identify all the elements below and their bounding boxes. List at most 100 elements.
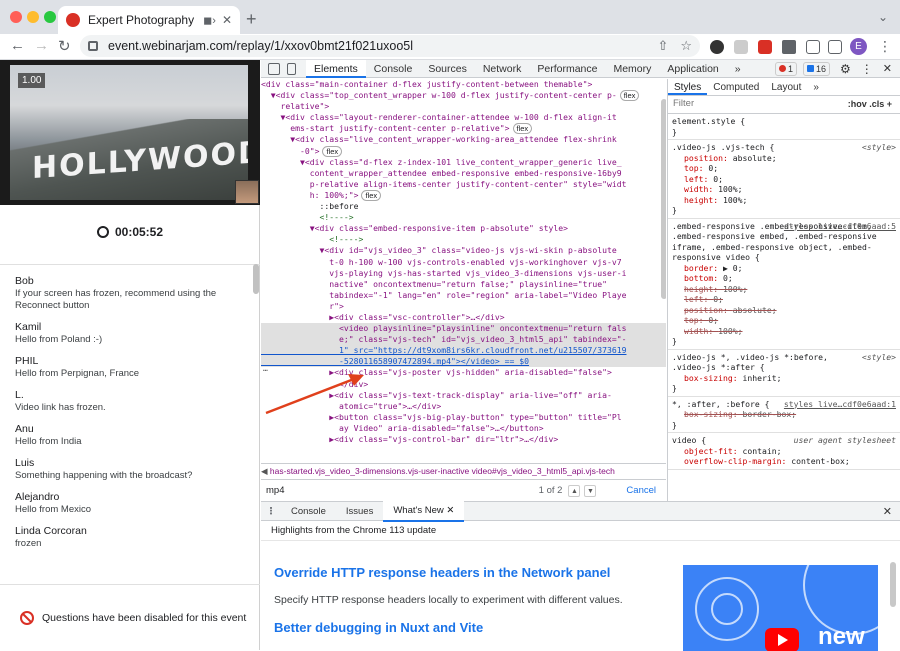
dom-node-line[interactable]: ems-start justify-content-center p-relat…	[261, 123, 666, 135]
dom-node-line[interactable]: ▼<div id="vjs_video_3" class="video-js v…	[261, 245, 666, 256]
css-declaration[interactable]: height: 100%;	[672, 195, 896, 206]
dom-node-line[interactable]: content_wrapper_attendee embed-responsiv…	[261, 168, 666, 179]
minimize-window-button[interactable]	[27, 11, 39, 23]
css-declaration[interactable]: box-sizing: inherit;	[672, 373, 896, 384]
dom-node-line[interactable]: tabindex="-1" lang="en" role="region" ar…	[261, 290, 666, 301]
css-declaration[interactable]: left: 0;	[672, 174, 896, 185]
more-tabs-icon[interactable]: »	[727, 60, 749, 78]
rule-source-link[interactable]: <style>	[862, 352, 896, 363]
tab-console[interactable]: Console	[366, 60, 421, 78]
css-declaration[interactable]: height: 100%;	[672, 284, 896, 295]
dom-node-line[interactable]: ▼<div class="top_content_wrapper w-100 d…	[261, 90, 666, 102]
css-declaration[interactable]: top: 0;	[672, 163, 896, 174]
dom-node-line[interactable]: ▶<div class="vjs-control-bar" dir="ltr">…	[261, 434, 666, 445]
reload-icon[interactable]: ↻	[58, 37, 71, 55]
video-player[interactable]: HOLLYWOOD 1.00	[0, 60, 260, 205]
playback-speed-badge[interactable]: 1.00	[18, 73, 46, 88]
site-info-icon[interactable]	[88, 41, 98, 51]
css-declaration[interactable]: position: absolute;	[672, 305, 896, 316]
tab-issues[interactable]: Issues	[336, 502, 383, 521]
selected-video-node[interactable]: <video playsinline="playsinline" onconte…	[261, 323, 666, 335]
feature-heading-link[interactable]: Better debugging in Nuxt and Vite	[274, 620, 483, 635]
tab-application[interactable]: Application	[659, 60, 726, 78]
flex-badge[interactable]: flex	[619, 90, 640, 102]
filter-input[interactable]: Filter	[673, 99, 694, 110]
tab-network[interactable]: Network	[475, 60, 530, 78]
dom-node-line[interactable]: e;" class="vjs-tech" id="vjs_video_3_htm…	[261, 334, 666, 346]
bookmark-star-icon[interactable]: ☆	[680, 38, 692, 54]
chrome-menu-icon[interactable]: ⋮	[878, 38, 892, 55]
styles-tab[interactable]: Layout	[765, 79, 807, 95]
flex-badge[interactable]: flex	[512, 123, 533, 135]
message-count-badge[interactable]: 16	[803, 61, 831, 76]
rule-source-link[interactable]: styles_live…cdf0e6aad:1	[784, 399, 896, 410]
dom-node-line[interactable]: nactive" oncontextmenu="return false;" p…	[261, 279, 666, 290]
tab-close-icon[interactable]: ✕	[222, 13, 232, 27]
feature-heading-link[interactable]: Override HTTP response headers in the Ne…	[274, 565, 610, 580]
flex-badge[interactable]: flex	[361, 189, 382, 201]
tab-whats-new[interactable]: What's New ✕	[383, 500, 465, 522]
dom-node-line[interactable]: 1" src="https://dt9xom8irs6kr.cloudfront…	[261, 345, 666, 357]
dom-node-line[interactable]: relative">	[261, 101, 666, 112]
styles-tab[interactable]: »	[807, 79, 825, 95]
css-declaration[interactable]: top: 0;	[672, 315, 896, 326]
drawer-scrollbar[interactable]	[890, 562, 896, 607]
elements-scrollbar[interactable]	[661, 99, 666, 299]
style-tools[interactable]: :hov .cls +	[848, 99, 900, 110]
device-toolbar-icon[interactable]	[287, 62, 296, 75]
dom-node-line[interactable]: p-relative align-items-center justify-co…	[261, 179, 666, 190]
youtube-play-icon[interactable]	[765, 628, 799, 651]
dom-node-line[interactable]: <!---->	[261, 234, 666, 245]
search-input[interactable]: mp4	[261, 485, 539, 496]
css-declaration[interactable]: left: 0;	[672, 294, 896, 305]
tab-elements[interactable]: Elements	[306, 59, 366, 78]
reading-list-icon[interactable]	[806, 40, 820, 54]
dom-node-line[interactable]: r">	[261, 301, 666, 312]
dom-node-line[interactable]: ay Video" aria-disabled="false">…</butto…	[261, 423, 666, 434]
dom-node-line[interactable]: ▼<div class="embed-responsive-item p-abs…	[261, 223, 666, 234]
forward-arrow-icon[interactable]: →	[34, 37, 49, 54]
speaker-icon[interactable]: ◼›	[203, 14, 216, 27]
css-declaration[interactable]: width: 100%;	[672, 184, 896, 195]
cancel-search-button[interactable]: Cancel	[626, 485, 656, 496]
close-drawer-icon[interactable]: ✕	[883, 505, 892, 518]
extension-icon[interactable]	[710, 40, 724, 54]
tab-performance[interactable]: Performance	[529, 60, 605, 78]
tab-sources[interactable]: Sources	[420, 60, 475, 78]
side-panel-icon[interactable]	[828, 40, 842, 54]
css-declaration[interactable]: width: 100%;	[672, 326, 896, 337]
dom-node-line[interactable]: vjs-playing vjs-has-started vjs_video_3-…	[261, 268, 666, 279]
address-bar[interactable]: event.webinarjam.com/replay/1/xxov0bmt21…	[80, 35, 700, 57]
chat-scrollbar[interactable]	[253, 264, 259, 294]
breadcrumb-item[interactable]: video#vjs_video_3_html5_api.vjs-tech	[472, 466, 615, 476]
error-count-badge[interactable]: 1	[774, 61, 797, 76]
profile-avatar[interactable]: E	[850, 38, 867, 55]
back-arrow-icon[interactable]: ←	[10, 37, 25, 54]
styles-tab[interactable]: Computed	[707, 79, 765, 95]
css-declaration[interactable]: box-sizing: border-box;	[672, 409, 896, 420]
rule-selector[interactable]: element.style {	[672, 116, 896, 127]
css-declaration[interactable]: object-fit: contain;	[672, 446, 896, 457]
css-declaration[interactable]: position: absolute;	[672, 153, 896, 164]
close-tab-icon[interactable]: ✕	[446, 505, 454, 516]
dom-node-line[interactable]: ▼<div class="d-flex z-index-101 live_con…	[261, 157, 666, 168]
dom-node-line[interactable]: <div class="main-container d-flex justif…	[261, 79, 666, 90]
css-declaration[interactable]: border: ▶ 0;	[672, 263, 896, 274]
dom-node-line[interactable]: -528011658907472894.mp4"></video> == $0	[261, 356, 666, 368]
rule-source-link[interactable]: user agent stylesheet	[794, 435, 896, 446]
browser-tab[interactable]: Expert Photography Secre ◼› ✕	[58, 6, 240, 34]
dom-node-line[interactable]: <!---->	[261, 212, 666, 223]
flex-badge[interactable]: flex	[322, 145, 343, 157]
previous-match-icon[interactable]: ▲	[568, 484, 581, 497]
extension-icon[interactable]	[758, 40, 772, 54]
extension-icon[interactable]	[734, 40, 748, 54]
extensions-puzzle-icon[interactable]	[782, 40, 796, 54]
breadcrumb-item[interactable]: has-started.vjs_video_3-dimensions.vjs-u…	[270, 466, 469, 476]
dom-node-line[interactable]: h: 100%;"> flex	[261, 189, 666, 201]
share-icon[interactable]: ⇧	[657, 38, 668, 54]
tab-memory[interactable]: Memory	[605, 60, 659, 78]
maximize-window-button[interactable]	[44, 11, 56, 23]
tab-console[interactable]: Console	[281, 502, 336, 521]
drawer-menu-icon[interactable]: ⋮	[261, 506, 281, 517]
devtools-menu-icon[interactable]: ⋮	[861, 62, 873, 76]
